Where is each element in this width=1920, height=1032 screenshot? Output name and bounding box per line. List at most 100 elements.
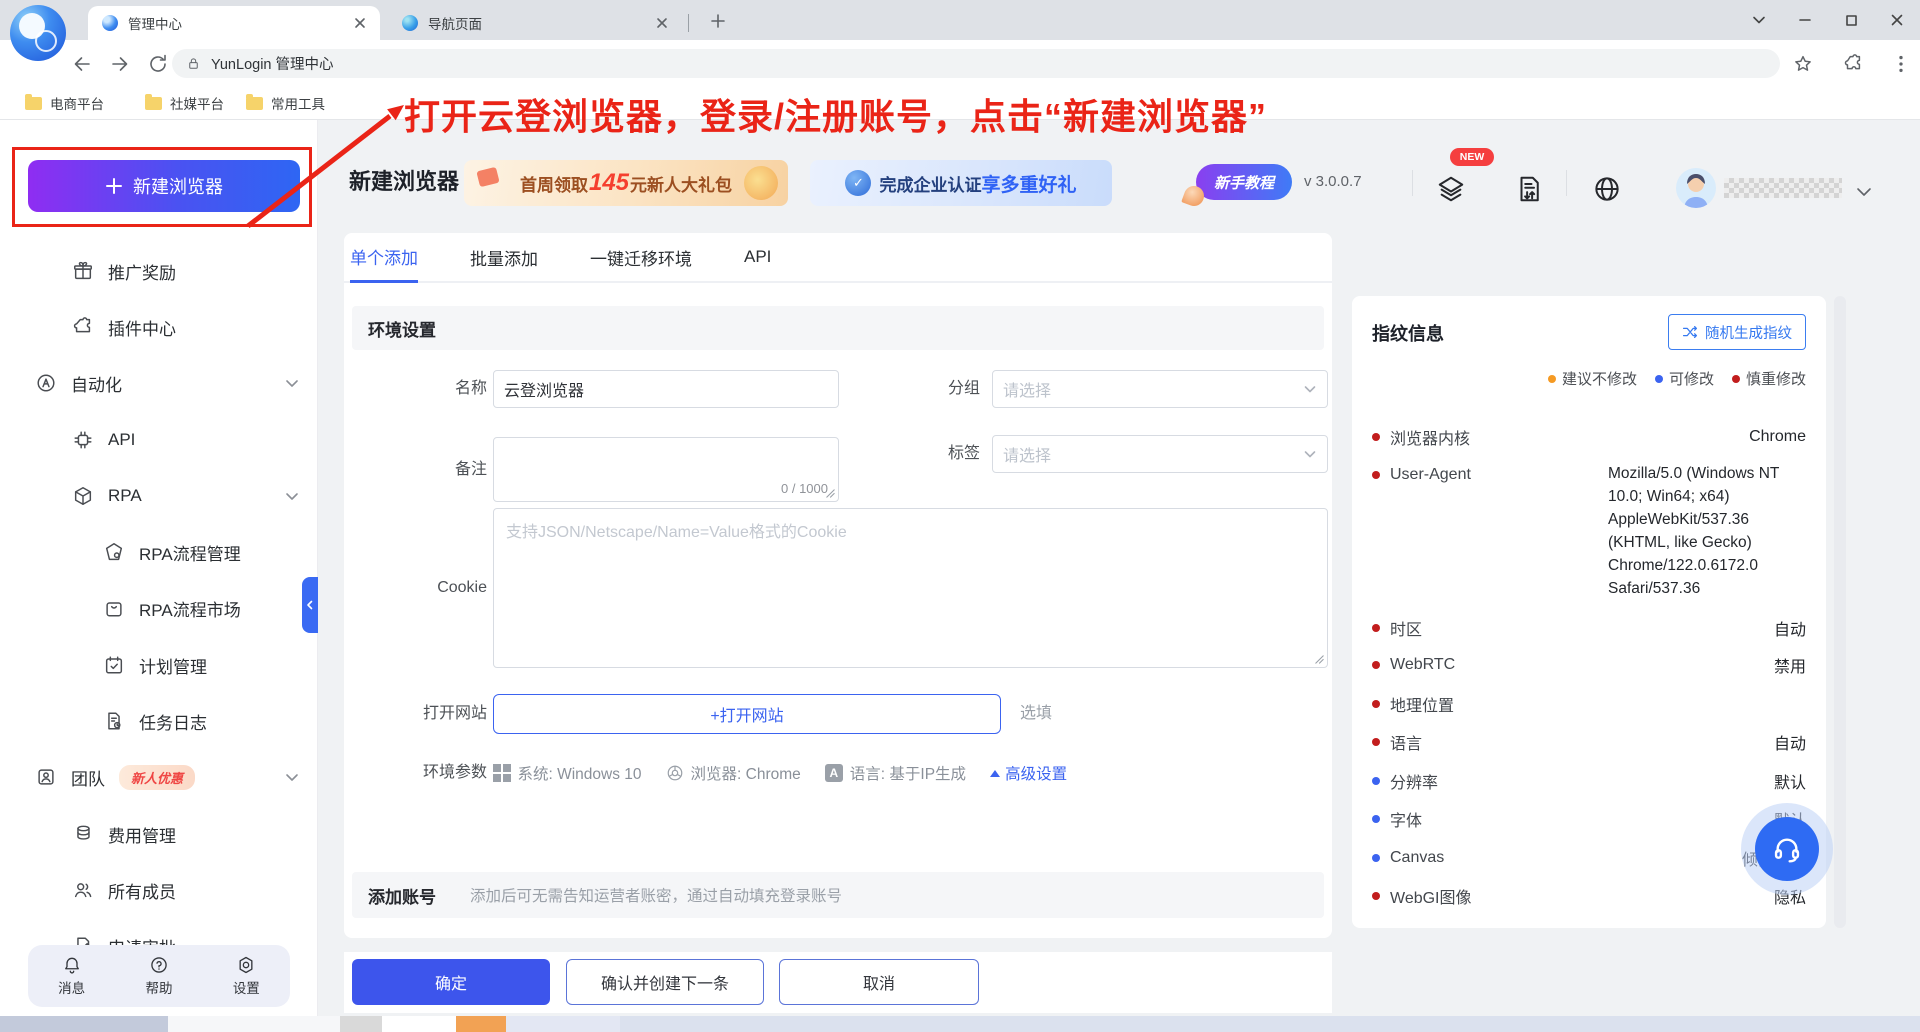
env-text: 浏览器: Chrome	[691, 762, 801, 784]
annotation-arrow	[230, 98, 420, 233]
sidebar-item-rpa[interactable]: RPA	[0, 468, 318, 524]
resize-grip-icon[interactable]	[825, 488, 836, 499]
dock-settings[interactable]: 设置	[233, 955, 260, 997]
sidebar-item-schedule[interactable]: 计划管理	[0, 637, 318, 693]
folder-icon	[25, 97, 42, 110]
chevron-down-icon	[1303, 382, 1317, 396]
sidebar-item-task-log[interactable]: 任务日志	[0, 693, 318, 749]
minimize-button[interactable]	[1782, 0, 1828, 40]
reload-icon[interactable]	[146, 52, 170, 76]
create-browser-card: 单个添加 批量添加 一键迁移环境 API 环境设置 名称 分组 请选择 备注 0…	[344, 233, 1332, 938]
divider	[1412, 170, 1413, 196]
import-export-icon[interactable]	[1514, 174, 1544, 204]
bag-icon	[103, 597, 125, 619]
tab-api[interactable]: API	[744, 233, 771, 281]
tutorial-badge[interactable]: 新手教程	[1196, 164, 1292, 200]
log-icon	[103, 710, 125, 732]
chevron-left-icon	[305, 600, 315, 610]
sidebar-item-billing[interactable]: 费用管理	[0, 806, 318, 862]
close-icon	[1890, 13, 1904, 27]
sidebar-item-automation[interactable]: 自动化	[0, 355, 318, 411]
sidebar-item-label: 费用管理	[108, 822, 176, 847]
env-system: 系统: Windows 10	[493, 762, 642, 784]
sidebar: 新建浏览器 推广奖励 插件中心 自动化 API RPA	[0, 120, 318, 1016]
red-dot-icon	[1732, 375, 1740, 383]
promo-banner-enterprise[interactable]: ✓ 完成企业认证享多重好礼	[810, 160, 1112, 206]
forward-icon[interactable]	[108, 52, 132, 76]
user-agent-value: Mozilla/5.0 (Windows NT 10.0; Win64; x64…	[1608, 462, 1808, 600]
address-bar[interactable]: YunLogin 管理中心	[172, 49, 1780, 78]
tab-migrate[interactable]: 一键迁移环境	[590, 233, 692, 281]
sidebar-collapse-handle[interactable]	[302, 577, 318, 633]
blue-dot-icon	[1372, 815, 1380, 823]
chevron-down-icon	[1752, 13, 1766, 27]
browser-menu-icon[interactable]	[1890, 53, 1912, 75]
fingerprint-legend: 建议不修改 可修改 慎重修改	[1548, 368, 1806, 389]
page-scrollbar[interactable]	[1834, 296, 1846, 928]
section-add-account: 添加账号 添加后可无需告知运营者账密，通过自动填充登录账号	[352, 872, 1324, 918]
tab-single-add[interactable]: 单个添加	[350, 233, 418, 283]
close-button[interactable]	[1874, 0, 1920, 40]
promo-banner-gift[interactable]: 首周领取145元新人大礼包	[464, 160, 788, 206]
bookmark-star-icon[interactable]	[1792, 53, 1814, 75]
chevron-down-icon[interactable]	[1854, 182, 1874, 202]
sidebar-item-label: RPA	[108, 486, 142, 506]
extensions-icon[interactable]	[1842, 53, 1864, 75]
group-select[interactable]: 请选择	[992, 370, 1328, 408]
new-tab-button[interactable]	[706, 9, 730, 33]
bookmark-folder-social[interactable]: 社媒平台	[145, 87, 224, 119]
globe-icon[interactable]	[1592, 174, 1622, 204]
bookmark-folder-ecommerce[interactable]: 电商平台	[25, 87, 104, 119]
maximize-button[interactable]	[1828, 0, 1874, 40]
banner-text: 首周领取	[520, 171, 588, 196]
sidebar-item-team[interactable]: 团队 新人优惠	[0, 749, 318, 805]
dock-messages[interactable]: 消息	[58, 955, 85, 997]
headset-icon	[1771, 833, 1803, 865]
flow-icon	[103, 541, 125, 563]
tab-close-icon[interactable]	[354, 17, 366, 29]
dock-help[interactable]: 帮助	[145, 955, 172, 997]
layers-icon[interactable]	[1436, 174, 1466, 204]
sidebar-item-label: RPA流程市场	[139, 596, 241, 621]
resize-grip-icon[interactable]	[1314, 654, 1325, 665]
tab-close-icon[interactable]	[656, 17, 668, 29]
advanced-label: 高级设置	[1005, 762, 1067, 784]
tab-batch-add[interactable]: 批量添加	[470, 233, 538, 281]
question-icon	[149, 955, 169, 975]
sidebar-item-api[interactable]: API	[0, 412, 318, 468]
sidebar-item-promotion[interactable]: 推广奖励	[0, 243, 318, 299]
sidebar-item-rpa-flow-mgmt[interactable]: RPA流程管理	[0, 524, 318, 580]
maximize-icon	[1845, 14, 1858, 27]
sidebar-item-members[interactable]: 所有成员	[0, 862, 318, 918]
cancel-button[interactable]: 取消	[779, 959, 979, 1005]
confirm-and-next-button[interactable]: 确认并创建下一条	[566, 959, 764, 1005]
name-input[interactable]	[493, 370, 839, 408]
random-fingerprint-button[interactable]: 随机生成指纹	[1668, 314, 1806, 350]
form-tabs: 单个添加 批量添加 一键迁移环境 API	[344, 233, 1332, 283]
plus-icon	[711, 14, 725, 28]
red-dot-icon	[1372, 700, 1380, 708]
customer-service-button[interactable]	[1755, 817, 1819, 881]
confirm-button[interactable]: 确定	[352, 959, 550, 1005]
browser-tab-nav[interactable]: 导航页面	[386, 6, 684, 40]
fingerprint-title: 指纹信息	[1372, 320, 1444, 346]
tab-search-button[interactable]	[1736, 0, 1782, 40]
open-site-button[interactable]: +打开网站	[493, 694, 1001, 734]
red-dot-icon	[1372, 471, 1380, 479]
browser-tab-admin[interactable]: 管理中心	[88, 6, 380, 40]
user-avatar[interactable]	[1676, 168, 1716, 208]
annotation-text: 打开云登浏览器，登录/注册账号，点击“新建浏览器”	[404, 88, 1267, 140]
sidebar-item-rpa-market[interactable]: RPA流程市场	[0, 580, 318, 636]
chevron-down-icon	[1303, 447, 1317, 461]
taskbar-orange-segment	[456, 1016, 506, 1032]
automation-icon	[35, 372, 57, 394]
back-icon[interactable]	[70, 52, 94, 76]
name-label: 名称	[364, 370, 487, 408]
optional-hint: 选填	[1020, 694, 1052, 734]
advanced-settings-link[interactable]: 高级设置	[990, 762, 1067, 784]
cookie-textarea[interactable]	[494, 509, 1327, 667]
tag-select[interactable]: 请选择	[992, 435, 1328, 473]
sidebar-item-plugins[interactable]: 插件中心	[0, 299, 318, 355]
window-controls	[1736, 0, 1920, 40]
banner-highlight: 享多重好礼	[981, 170, 1076, 197]
